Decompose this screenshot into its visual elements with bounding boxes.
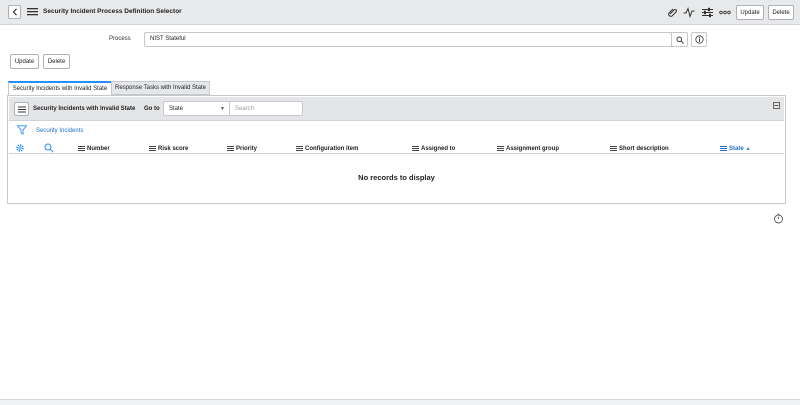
delete-button[interactable]: Delete [43,54,70,69]
column-header-label: State [729,145,744,152]
process-info-button[interactable] [691,32,707,47]
column-header-label: Number [87,145,110,152]
column-menu-icon[interactable] [497,145,504,152]
column-menu-icon[interactable] [720,145,727,152]
goto-label: Go to [144,106,160,112]
goto-select[interactable]: State ▼ [163,101,230,116]
collapse-icon[interactable] [773,102,780,109]
column-menu-icon[interactable] [296,145,303,152]
process-lookup-button[interactable] [671,32,688,47]
page-title: Security Incident Process Definition Sel… [43,8,182,15]
column-header-label: Priority [236,145,258,152]
goto-selected-value: State [169,106,184,112]
sort-ascending-icon: ▲ [745,145,751,152]
hamburger-icon[interactable] [27,6,38,17]
update-button[interactable]: Update [10,54,39,69]
column-header-label: Assignment group [506,145,560,152]
tab-response-tasks-invalid-state[interactable]: Response Tasks with Invalid State [111,81,210,95]
search-icon [676,36,684,44]
column-header-label: Risk score [158,145,189,152]
filter-icon[interactable] [16,125,28,135]
attachment-icon[interactable] [666,6,678,18]
column-header-label: Assigned to [421,145,456,152]
empty-state-message: No records to display [358,173,435,182]
column-search-icon[interactable] [44,143,54,153]
column-menu-icon[interactable] [610,145,617,152]
header-delete-button[interactable]: Delete [768,5,794,20]
list-title: Security Incidents with Invalid State [33,106,136,112]
info-icon [694,35,704,44]
column-header-number[interactable]: Number [78,145,110,152]
breadcrumb[interactable]: Security Incidents [36,128,83,134]
column-menu-icon[interactable] [227,145,234,152]
column-header-short-description[interactable]: Short description [610,145,669,152]
column-header-state[interactable]: State ▲ [720,145,751,152]
more-icon[interactable] [719,6,731,18]
header-update-button[interactable]: Update [736,5,764,20]
list-search-input[interactable]: Search [229,101,303,116]
process-label: Process [109,36,131,42]
column-header-assigned-to[interactable]: Assigned to [412,145,455,152]
back-button[interactable] [8,5,21,19]
column-header-configuration-item[interactable]: Configuration item [296,145,358,152]
settings-sliders-icon[interactable] [701,6,713,18]
activity-icon[interactable] [683,6,695,18]
list-menu-button[interactable] [14,102,29,116]
caret-down-icon: ▼ [220,106,225,112]
tab-security-incidents-invalid-state[interactable]: Security Incidents with Invalid State [8,81,112,95]
column-header-risk-score[interactable]: Risk score [149,145,188,152]
list-settings-icon[interactable] [15,143,25,153]
column-menu-icon[interactable] [78,145,85,152]
header-divider [9,153,784,154]
response-time-icon[interactable] [773,213,784,224]
column-menu-icon[interactable] [149,145,156,152]
hamburger-icon [17,106,26,112]
process-field[interactable]: NIST Stateful [144,32,672,47]
window-footer [0,399,800,405]
column-header-label: Short description [619,145,669,152]
column-header-priority[interactable]: Priority [227,145,257,152]
back-icon [12,8,17,16]
column-menu-icon[interactable] [412,145,419,152]
column-header-label: Configuration item [305,145,359,152]
column-header-assignment-group[interactable]: Assignment group [497,145,559,152]
